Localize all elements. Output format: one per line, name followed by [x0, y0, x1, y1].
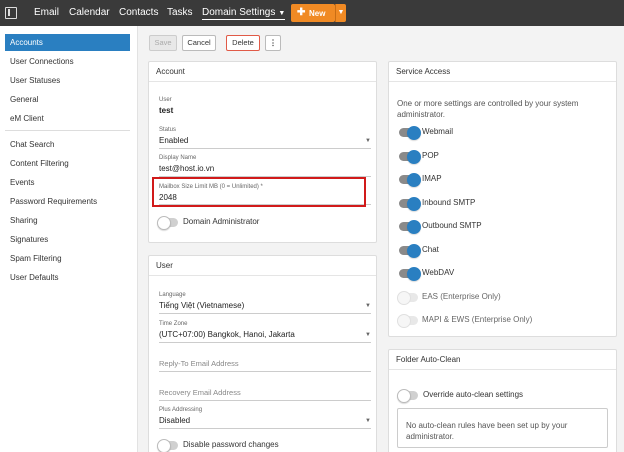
nav-domain-settings[interactable]: Domain Settings ▼ — [202, 7, 286, 20]
caret-down-icon: ▼ — [278, 10, 286, 17]
sidebar-item-user-statuses[interactable]: User Statuses — [5, 72, 130, 89]
more-options-button[interactable]: ⋮ — [265, 35, 281, 51]
service-toggle-label: IMAP — [422, 174, 442, 183]
service-toggle[interactable] — [399, 243, 421, 258]
override-auto-clean-label: Override auto-clean settings — [423, 390, 524, 399]
settings-sidebar: Accounts User Connections User Statuses … — [0, 26, 138, 452]
sidebar-item-user-defaults[interactable]: User Defaults — [5, 269, 130, 286]
auto-clean-empty-text: No auto-clean rules have been set up by … — [406, 421, 568, 441]
cancel-button[interactable]: Cancel — [182, 35, 216, 51]
chevron-down-icon: ▼ — [365, 303, 371, 309]
account-panel: Account User test Status Enabled ▼ Displ… — [148, 61, 377, 243]
service-toggle[interactable] — [399, 173, 421, 187]
new-button-label: New — [309, 9, 326, 18]
disable-password-toggle[interactable] — [157, 439, 178, 452]
more-vertical-icon: ⋮ — [269, 38, 277, 47]
timezone-select[interactable]: (UTC+07:00) Bangkok, Hanoi, Jakarta — [159, 330, 295, 339]
caret-down-icon: ▼ — [337, 9, 345, 16]
nav-tasks[interactable]: Tasks — [167, 7, 193, 18]
service-toggle-label: Webmail — [422, 127, 453, 136]
service-toggle-label: Inbound SMTP — [422, 197, 476, 207]
sidebar-item-signatures[interactable]: Signatures — [5, 231, 130, 248]
reply-to-input[interactable]: Reply-To Email Address — [159, 359, 239, 368]
chevron-down-icon: ▼ — [365, 418, 371, 424]
service-toggle[interactable] — [399, 196, 421, 211]
timezone-label: Time Zone — [159, 321, 188, 327]
chevron-down-icon: ▼ — [365, 332, 371, 338]
service-access-title: Service Access — [389, 62, 616, 82]
service-toggle-label: WebDAV — [422, 268, 455, 277]
override-auto-clean-toggle[interactable] — [397, 389, 418, 403]
top-nav-bar: Email Calendar Contacts Tasks Domain Set… — [0, 0, 624, 26]
new-dropdown-button[interactable]: ▼ — [335, 4, 346, 22]
folder-auto-clean-title: Folder Auto-Clean — [389, 350, 616, 370]
user-value: test — [159, 106, 174, 115]
language-select[interactable]: Tiếng Việt (Vietnamese) — [159, 301, 244, 310]
service-toggle-label: EAS (Enterprise Only) — [422, 291, 501, 301]
plus-icon: ✚ — [297, 7, 306, 18]
recovery-email-underline — [159, 400, 371, 401]
plus-addressing-underline — [159, 428, 371, 429]
display-name-label: Display Name — [159, 155, 197, 161]
auto-clean-empty-box: No auto-clean rules have been set up by … — [397, 408, 608, 448]
domain-admin-label: Domain Administrator — [183, 217, 260, 226]
save-button[interactable]: Save — [149, 35, 177, 51]
service-access-notice: One or more settings are controlled by y… — [397, 99, 579, 119]
user-panel-title: User — [149, 256, 376, 276]
service-toggle — [397, 314, 418, 328]
highlight-annotation — [152, 177, 366, 207]
sidebar-item-spam-filtering[interactable]: Spam Filtering — [5, 250, 130, 267]
service-toggle — [397, 290, 418, 305]
nav-email[interactable]: Email — [34, 7, 59, 18]
service-access-panel: Service Access One or more settings are … — [388, 61, 617, 337]
chevron-down-icon: ▼ — [365, 138, 371, 144]
sidebar-item-events[interactable]: Events — [5, 174, 130, 191]
user-label: User — [159, 97, 172, 103]
delete-button[interactable]: Delete — [226, 35, 260, 51]
language-label: Language — [159, 292, 186, 298]
app-logo-icon[interactable] — [5, 7, 17, 19]
folder-auto-clean-panel: Folder Auto-Clean Override auto-clean se… — [388, 349, 617, 452]
sidebar-item-em-client[interactable]: eM Client — [5, 110, 130, 127]
display-name-input[interactable]: test@host.io.vn — [159, 164, 214, 173]
service-toggle[interactable] — [399, 126, 421, 140]
user-panel: User Language Tiếng Việt (Vietnamese) ▼ … — [148, 255, 377, 452]
sidebar-item-general[interactable]: General — [5, 91, 130, 108]
service-toggle-label: MAPI & EWS (Enterprise Only) — [422, 315, 533, 324]
plus-addressing-select[interactable]: Disabled — [159, 416, 190, 425]
sidebar-item-chat-search[interactable]: Chat Search — [5, 136, 130, 153]
service-toggle[interactable] — [399, 220, 421, 234]
status-underline — [159, 148, 371, 149]
timezone-underline — [159, 342, 371, 343]
sidebar-item-content-filtering[interactable]: Content Filtering — [5, 155, 130, 172]
service-toggle-label: POP — [422, 150, 439, 160]
reply-to-underline — [159, 371, 371, 372]
sidebar-item-password-requirements[interactable]: Password Requirements — [5, 193, 130, 210]
domain-admin-toggle[interactable] — [157, 216, 178, 230]
sidebar-item-user-connections[interactable]: User Connections — [5, 53, 130, 70]
account-panel-title: Account — [149, 62, 376, 82]
nav-domain-settings-label: Domain Settings — [202, 7, 276, 18]
service-toggle-label: Outbound SMTP — [422, 221, 482, 230]
service-toggle-label: Chat — [422, 244, 439, 254]
new-button[interactable]: ✚ New — [291, 4, 335, 22]
status-label: Status — [159, 127, 177, 133]
recovery-email-input[interactable]: Recovery Email Address — [159, 388, 241, 397]
service-toggle[interactable] — [399, 267, 421, 281]
status-select[interactable]: Enabled — [159, 136, 188, 145]
plus-addressing-label: Plus Addressing — [159, 407, 203, 413]
disable-password-label: Disable password changes — [183, 440, 279, 449]
nav-contacts[interactable]: Contacts — [119, 7, 158, 18]
language-underline — [159, 313, 371, 314]
nav-calendar[interactable]: Calendar — [69, 7, 110, 18]
sidebar-item-accounts[interactable]: Accounts — [5, 34, 130, 51]
sidebar-divider — [5, 130, 130, 131]
service-toggle[interactable] — [399, 149, 421, 164]
sidebar-item-sharing[interactable]: Sharing — [5, 212, 130, 229]
